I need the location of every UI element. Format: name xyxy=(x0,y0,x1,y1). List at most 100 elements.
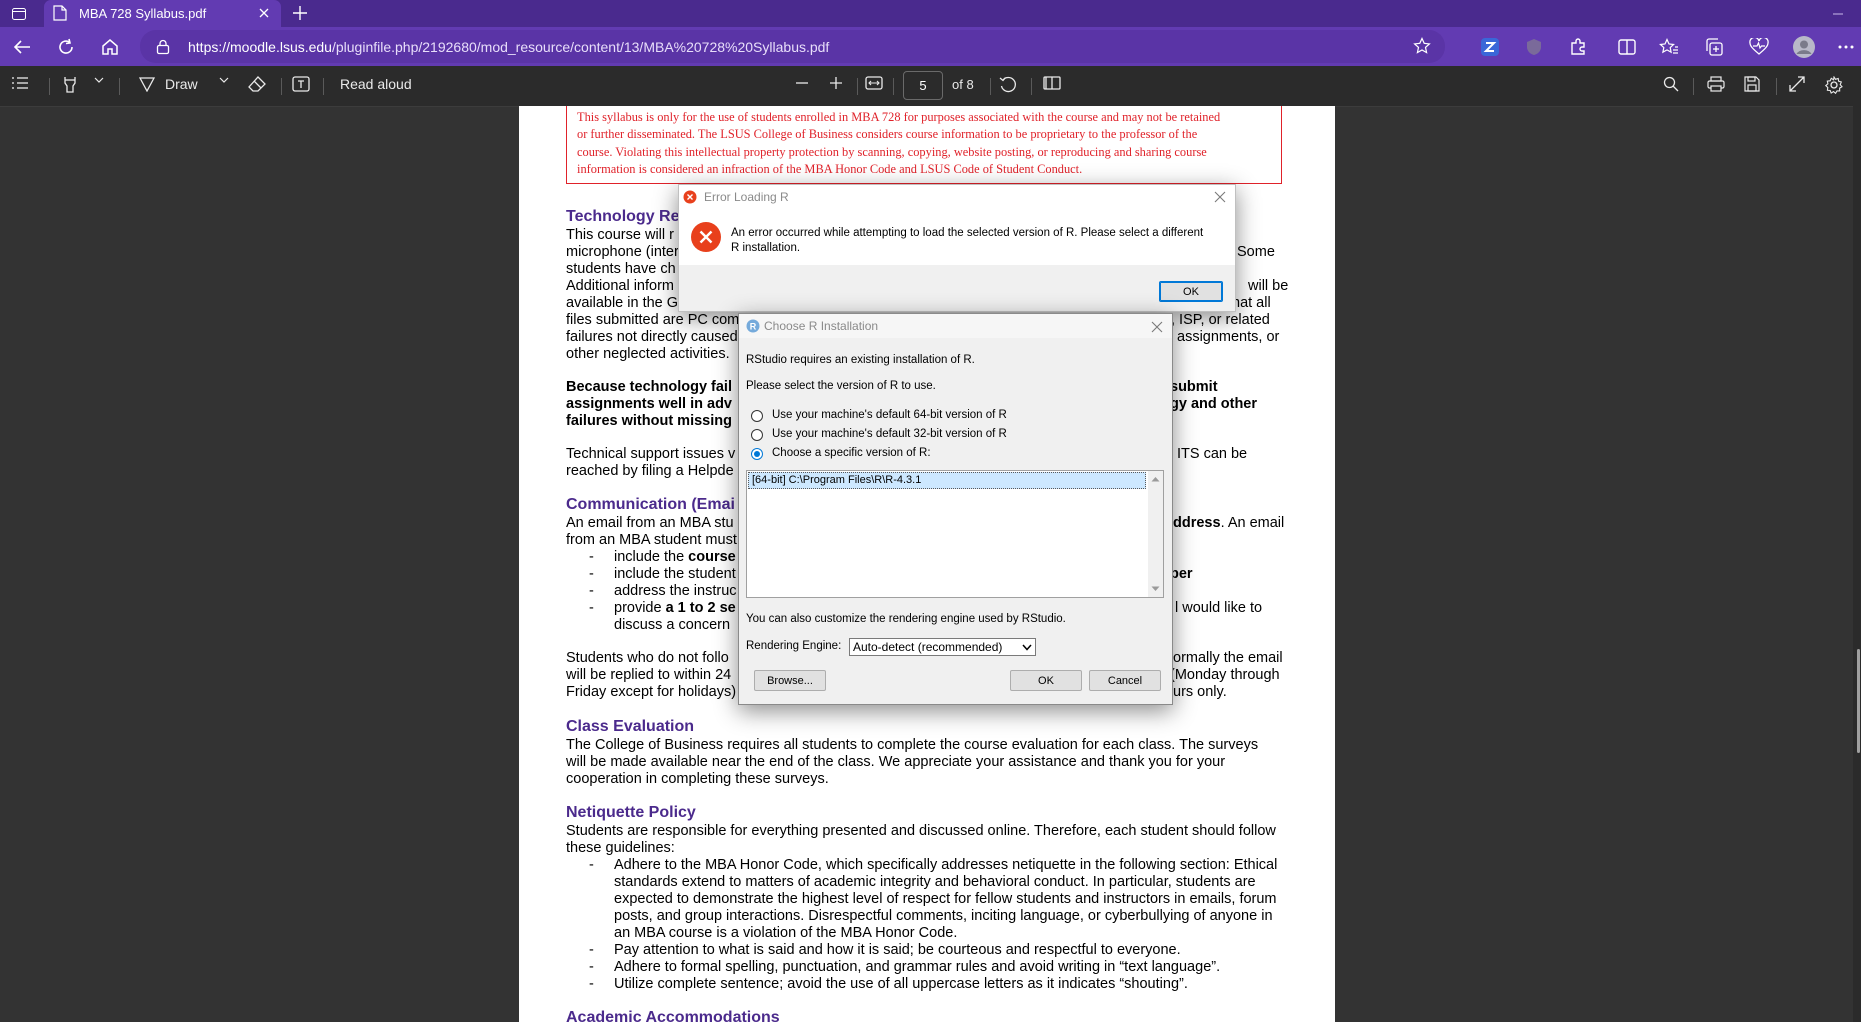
dialog-titlebar: R Choose R Installation xyxy=(739,314,1172,338)
rendering-engine-select[interactable]: Auto-detect (recommended) xyxy=(849,638,1036,656)
rotate-button[interactable] xyxy=(999,76,1017,94)
body-line: will be made available near the end of t… xyxy=(566,754,1226,770)
body-line-bold: Because technology fail xyxy=(566,379,732,395)
scroll-up-arrow-icon[interactable] xyxy=(1151,476,1160,482)
radio-label[interactable]: Use your machine's default 64-bit versio… xyxy=(772,409,1007,421)
shield-icon xyxy=(1527,39,1541,55)
close-icon[interactable] xyxy=(256,5,272,21)
error-ok-button[interactable]: OK xyxy=(1159,281,1223,302)
radio-label[interactable]: Use your machine's default 32-bit versio… xyxy=(772,428,1007,440)
lock-icon[interactable] xyxy=(156,39,170,55)
close-icon[interactable] xyxy=(1213,190,1227,204)
scroll-down-arrow-icon[interactable] xyxy=(1151,586,1160,592)
chevron-down-icon xyxy=(219,77,229,83)
highlighter-icon xyxy=(64,77,76,93)
radio-default-32bit[interactable] xyxy=(751,429,763,441)
draw-button[interactable]: Draw xyxy=(139,76,198,92)
refresh-button[interactable] xyxy=(53,34,79,60)
dialog-message-area: An error occurred while attempting to lo… xyxy=(679,209,1235,265)
chevron-down-icon xyxy=(1022,644,1032,651)
body-line: This course will r xyxy=(566,227,674,243)
toolbar-divider xyxy=(323,78,324,95)
cancel-button[interactable]: Cancel xyxy=(1089,670,1161,691)
body-fragment: assignments, or xyxy=(1177,329,1280,345)
bullet-text: address the instruc xyxy=(614,583,737,599)
zotero-extension-button[interactable] xyxy=(1477,34,1503,60)
heading-technology: Technology Re xyxy=(566,208,680,225)
draw-options-dropdown[interactable] xyxy=(219,76,229,84)
dialog-title: Choose R Installation xyxy=(764,319,879,333)
tab-actions-button[interactable] xyxy=(5,0,32,27)
ok-button[interactable]: OK xyxy=(1010,670,1082,691)
list-scrollbar[interactable] xyxy=(1148,471,1163,597)
save-button[interactable] xyxy=(1744,76,1760,92)
more-dots-icon xyxy=(1838,45,1854,49)
page-view-icon xyxy=(1043,76,1061,90)
bullet-text: posts, and group interactions. Disrespec… xyxy=(614,908,1273,924)
scrollbar-thumb[interactable] xyxy=(1857,649,1860,753)
page-view-button[interactable] xyxy=(1043,76,1061,90)
body-line: microphone (inter xyxy=(566,244,679,260)
print-button[interactable] xyxy=(1707,76,1725,92)
pdf-settings-button[interactable] xyxy=(1825,76,1843,94)
heading-class-evaluation: Class Evaluation xyxy=(566,718,695,735)
browser-essentials-button[interactable] xyxy=(1746,34,1772,60)
profile-button[interactable] xyxy=(1791,34,1817,60)
extensions-button[interactable] xyxy=(1565,34,1591,60)
dialog-titlebar: Error Loading R xyxy=(679,185,1235,209)
fit-to-width-button[interactable] xyxy=(865,76,883,90)
shield-extension-button[interactable] xyxy=(1521,34,1547,60)
pen-icon xyxy=(139,77,155,92)
bullet-text: include the course xyxy=(614,549,736,565)
puzzle-icon xyxy=(1571,38,1585,55)
back-button[interactable] xyxy=(9,34,35,60)
zoom-out-button[interactable] xyxy=(795,76,809,90)
search-button[interactable] xyxy=(1663,76,1679,92)
favorite-star-icon[interactable] xyxy=(1413,37,1431,55)
highlight-button[interactable] xyxy=(62,76,78,94)
notice-line: information is considered an infraction … xyxy=(577,161,1083,176)
gear-icon xyxy=(1825,76,1843,94)
address-bar[interactable]: https://moodle.lsus.edu/pluginfile.php/2… xyxy=(140,30,1445,63)
bullet-text: Utilize complete sentence; avoid the use… xyxy=(614,976,1188,992)
url-text[interactable]: https://moodle.lsus.edu/pluginfile.php/2… xyxy=(188,39,829,55)
bullet-text: include the student xyxy=(614,566,736,582)
tab-strip: MBA 728 Syllabus.pdf xyxy=(0,0,1861,27)
radio-default-64bit[interactable] xyxy=(751,410,763,422)
close-icon[interactable] xyxy=(1150,320,1164,334)
radio-specific-version[interactable] xyxy=(751,448,763,460)
full-screen-button[interactable] xyxy=(1789,76,1805,92)
page-scrollbar[interactable] xyxy=(1853,106,1861,1022)
eraser-icon xyxy=(248,76,266,92)
favorites-button[interactable] xyxy=(1656,34,1682,60)
contents-button[interactable] xyxy=(11,76,29,90)
radio-label[interactable]: Choose a specific version of R: xyxy=(772,447,931,459)
erase-button[interactable] xyxy=(248,76,266,92)
minimize-icon xyxy=(1833,13,1843,14)
browser-tab[interactable]: MBA 728 Syllabus.pdf xyxy=(44,0,281,27)
svg-text:R: R xyxy=(750,322,757,332)
highlight-options-dropdown[interactable] xyxy=(94,76,104,84)
minimize-button[interactable] xyxy=(1815,0,1861,27)
collections-button[interactable] xyxy=(1701,34,1727,60)
settings-more-button[interactable] xyxy=(1833,34,1859,60)
list-item[interactable]: [64-bit] C:\Program Files\R\R-4.3.1 xyxy=(748,472,1146,489)
toolbar-divider xyxy=(49,78,50,95)
zoom-in-button[interactable] xyxy=(829,76,843,90)
heading-netiquette: Netiquette Policy xyxy=(566,804,696,821)
page-number-input[interactable] xyxy=(903,71,943,100)
split-screen-button[interactable] xyxy=(1614,34,1640,60)
browse-button[interactable]: Browse... xyxy=(754,670,826,691)
read-aloud-button[interactable]: Read aloud xyxy=(340,76,412,92)
rendering-engine-label: Rendering Engine: xyxy=(746,640,842,652)
body-fragment-bold: gy and other xyxy=(1170,396,1258,412)
bullet-marker: - xyxy=(589,976,594,992)
r-version-list[interactable]: [64-bit] C:\Program Files\R\R-4.3.1 xyxy=(746,470,1164,598)
body-line: Students who do not follo xyxy=(566,650,729,666)
pdf-file-icon xyxy=(53,5,67,21)
home-button[interactable] xyxy=(97,34,123,60)
new-tab-icon[interactable] xyxy=(290,3,310,23)
toolbar-divider xyxy=(1693,78,1694,95)
text-box-button[interactable] xyxy=(292,76,310,92)
bullet-text: Adhere to formal spelling, punctuation, … xyxy=(614,959,1221,975)
